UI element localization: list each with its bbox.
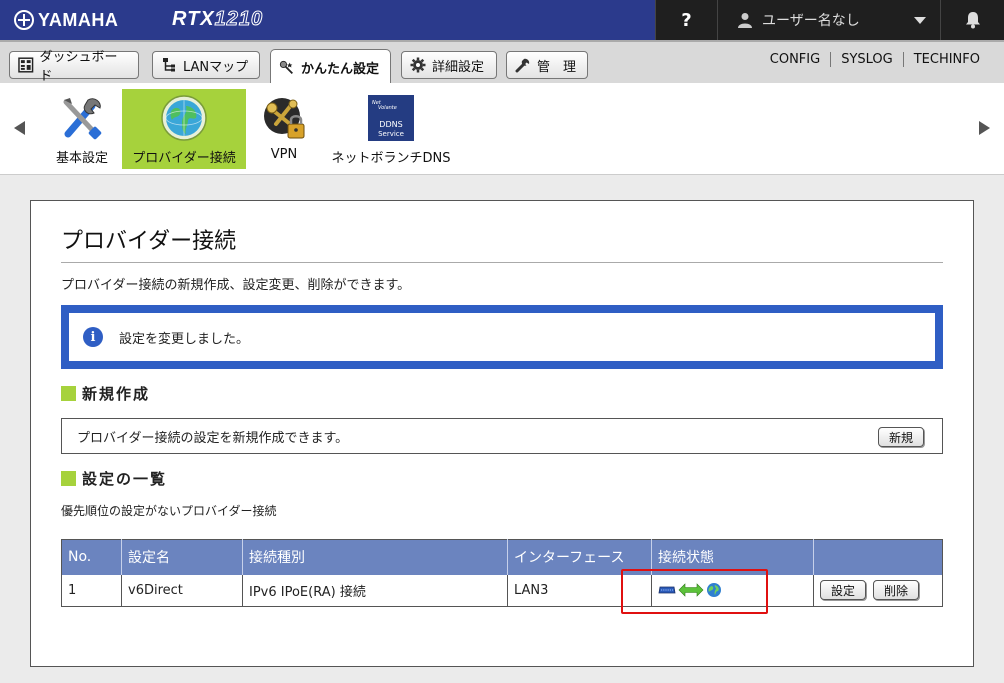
provider-connection-label: プロバイダー接続	[132, 151, 236, 166]
system-links: CONFIG SYSLOG TECHINFO	[760, 52, 990, 67]
new-section-text: プロバイダー接続の設定を新規作成できます。	[77, 430, 349, 446]
cell-no: 1	[61, 574, 122, 607]
row-actions: 設定 削除	[820, 580, 942, 601]
tab-lan-map[interactable]: LANマップ	[152, 51, 260, 79]
help-label: ?	[681, 9, 692, 31]
edit-button[interactable]: 設定	[820, 580, 867, 601]
cell-type: IPv6 IPoE(RA) 接続	[242, 574, 508, 607]
svg-text:DDNS: DDNS	[379, 120, 402, 129]
table-header-row: No. 設定名 接続種別 インターフェース 接続状態	[61, 539, 943, 575]
vpn-keys-icon	[264, 98, 305, 139]
user-menu-button[interactable]: ユーザー名なし	[717, 0, 940, 40]
new-button[interactable]: 新規	[877, 427, 924, 447]
provider-list-table: No. 設定名 接続種別 インターフェース 接続状態 1 v6Direct IP…	[61, 539, 943, 607]
title-divider	[61, 262, 943, 263]
yamaha-emblem-icon	[14, 10, 34, 30]
config-link[interactable]: CONFIG	[760, 52, 830, 67]
icon-item-netvolante-dns[interactable]: Net Volante DDNS Service ネットボランチDNS	[328, 89, 454, 169]
cell-actions: 設定 削除	[813, 574, 943, 607]
tab-dashboard-label: ダッシュボード	[39, 50, 118, 84]
bell-icon	[965, 12, 980, 29]
tab-advanced-setup[interactable]: 詳細設定	[401, 51, 497, 79]
tab-lan-map-label: LANマップ	[183, 59, 249, 75]
icon-item-basic-settings[interactable]: 基本設定	[50, 89, 114, 169]
svg-text:Volante: Volante	[378, 105, 397, 111]
content-panel: プロバイダー接続 プロバイダー接続の新規作成、設定変更、削除ができます。 i 設…	[30, 200, 974, 667]
column-header-actions	[813, 539, 943, 575]
list-subtext: 優先順位の設定がないプロバイダー接続	[61, 504, 277, 518]
netvolante-dns-label: ネットボランチDNS	[331, 151, 451, 166]
tab-easy-setup[interactable]: かんたん設定	[270, 49, 391, 85]
svg-text:Service: Service	[378, 130, 404, 138]
info-icon: i	[83, 327, 103, 347]
scroll-left-arrow-icon[interactable]	[14, 121, 25, 135]
cell-name: v6Direct	[121, 574, 243, 607]
tools-icon	[63, 98, 102, 140]
wrench-icon	[515, 58, 530, 73]
tab-advanced-setup-label: 詳細設定	[432, 59, 485, 75]
tab-easy-setup-label: かんたん設定	[301, 62, 380, 77]
column-header-no: No.	[61, 539, 122, 575]
main-tab-bar: ダッシュボード LANマップ かんたん設定 詳細設定 管 理 CONFIG SY…	[0, 40, 1004, 85]
status-highlight-box	[621, 569, 768, 614]
model-name: RTX1210	[172, 8, 263, 31]
icon-item-provider-connection[interactable]: プロバイダー接続	[122, 89, 246, 169]
help-button[interactable]: ?	[655, 0, 717, 40]
user-name-label: ユーザー名なし	[762, 13, 860, 29]
dashboard-icon	[18, 57, 34, 73]
notice-text: 設定を変更しました。	[119, 331, 250, 347]
user-icon	[738, 13, 752, 28]
scroll-right-arrow-icon[interactable]	[979, 121, 990, 135]
brand-name: YAMAHA	[38, 9, 119, 30]
globe-icon	[161, 95, 207, 141]
section-marker	[61, 386, 76, 401]
syslog-link[interactable]: SYSLOG	[830, 52, 903, 67]
techinfo-link[interactable]: TECHINFO	[902, 52, 990, 67]
chevron-down-icon	[914, 16, 926, 24]
list-section-heading-text: 設定の一覧	[82, 470, 168, 488]
wand-icon	[279, 60, 293, 74]
page-title: プロバイダー接続	[61, 229, 237, 254]
yamaha-logo: YAMAHA	[14, 9, 118, 31]
vpn-label: VPN	[270, 147, 298, 162]
column-header-name: 設定名	[121, 539, 243, 575]
new-section-heading-text: 新規作成	[82, 385, 151, 403]
tab-management[interactable]: 管 理	[506, 51, 588, 79]
table-row: 1 v6Direct IPv6 IPoE(RA) 接続 LAN3 設定 削除	[61, 574, 943, 607]
model-prefix: RTX	[172, 8, 215, 30]
model-number: 1210	[214, 8, 264, 31]
page-description: プロバイダー接続の新規作成、設定変更、削除ができます。	[61, 278, 411, 293]
section-marker	[61, 471, 76, 486]
top-bar: YAMAHA RTX1210 ? ユーザー名なし	[0, 0, 1004, 40]
tab-dashboard[interactable]: ダッシュボード	[9, 50, 139, 84]
notification-button[interactable]	[940, 0, 1004, 40]
list-section-heading: 設定の一覧	[61, 468, 167, 489]
ddns-icon: Net Volante DDNS Service	[368, 95, 414, 141]
tab-management-label: 管 理	[537, 59, 577, 75]
basic-settings-label: 基本設定	[55, 151, 108, 166]
top-right-controls: ? ユーザー名なし	[655, 0, 1004, 40]
icon-item-vpn[interactable]: VPN	[256, 89, 312, 169]
delete-button[interactable]: 削除	[873, 580, 920, 601]
column-header-type: 接続種別	[242, 539, 508, 575]
new-section-heading: 新規作成	[61, 383, 150, 404]
gear-icon	[410, 57, 426, 73]
lan-map-icon	[163, 58, 175, 72]
easy-setup-icon-bar: 基本設定 プロバイダー接続 VPN Net Volante DDNS Servi…	[0, 83, 1004, 175]
success-notice: i 設定を変更しました。	[61, 305, 943, 369]
new-section-box: プロバイダー接続の設定を新規作成できます。 新規	[61, 418, 943, 454]
